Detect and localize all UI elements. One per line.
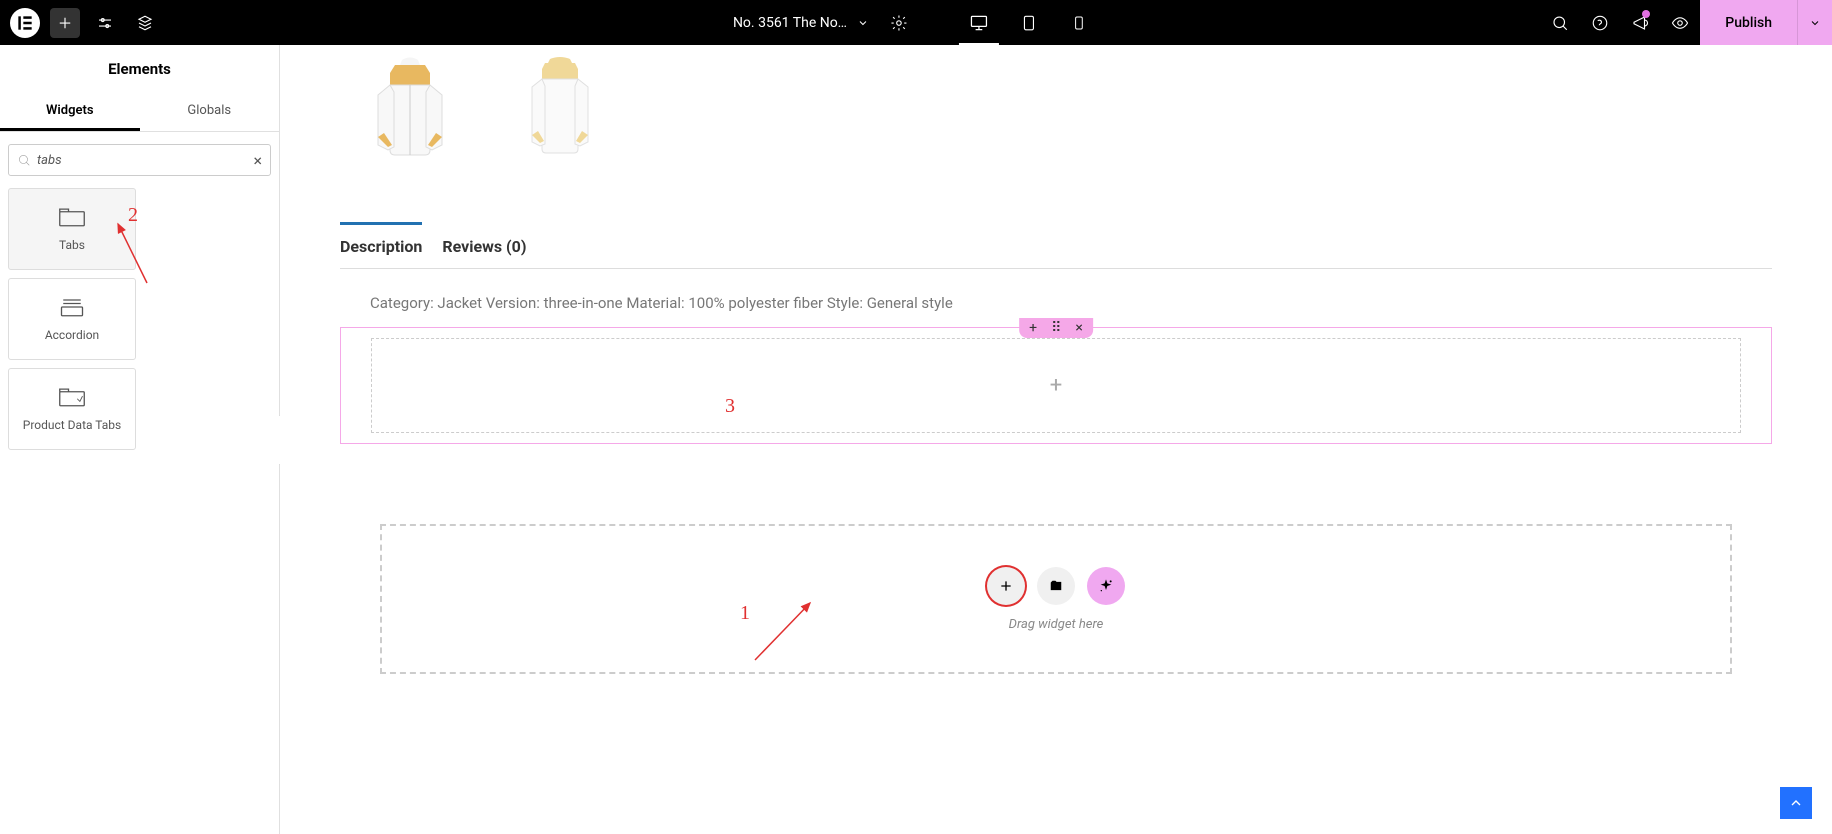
widget-label: Tabs xyxy=(59,238,85,252)
publish-options-button[interactable] xyxy=(1797,0,1832,45)
product-thumbnails xyxy=(340,55,1772,175)
widget-label: Product Data Tabs xyxy=(23,418,121,432)
publish-button[interactable]: Publish xyxy=(1700,0,1797,45)
widget-tabs[interactable]: Tabs xyxy=(8,188,136,270)
add-widget-button[interactable]: + xyxy=(1050,373,1062,398)
editor-canvas: Description Reviews (0) Category: Jacket… xyxy=(280,45,1832,834)
add-template-button[interactable] xyxy=(1037,567,1075,605)
elements-panel: Elements Widgets Globals × Tabs Accordio… xyxy=(0,45,280,834)
structure-icon[interactable] xyxy=(130,8,160,38)
drag-hint-text: Drag widget here xyxy=(1009,617,1104,632)
panel-title: Elements xyxy=(0,45,279,93)
section-action-buttons xyxy=(987,567,1125,605)
widget-label: Accordion xyxy=(45,328,99,342)
new-section-area[interactable]: Drag widget here xyxy=(380,524,1732,674)
top-bar: No. 3561 The No… xyxy=(0,0,1832,45)
section-controls: + ⠿ × xyxy=(1019,318,1093,338)
ai-button[interactable] xyxy=(1087,567,1125,605)
topbar-left xyxy=(0,8,160,38)
responsive-mode-group xyxy=(959,0,1099,45)
widget-product-data-tabs[interactable]: Product Data Tabs xyxy=(8,368,136,450)
empty-column[interactable]: + xyxy=(371,338,1741,433)
search-wrap: × xyxy=(0,132,279,188)
add-element-button[interactable] xyxy=(50,8,80,38)
section-add-button[interactable]: + xyxy=(1029,320,1037,336)
tablet-mode-button[interactable] xyxy=(1009,0,1049,45)
add-section-button[interactable] xyxy=(987,567,1025,605)
chevron-down-icon xyxy=(857,17,869,29)
topbar-right: Publish xyxy=(1540,0,1832,45)
product-thumb[interactable] xyxy=(510,55,610,175)
section-drag-handle[interactable]: ⠿ xyxy=(1051,320,1061,336)
page-title-dropdown[interactable]: No. 3561 The No… xyxy=(733,15,869,31)
finder-search-icon[interactable] xyxy=(1540,0,1580,45)
search-input[interactable] xyxy=(31,153,253,168)
help-icon[interactable] xyxy=(1580,0,1620,45)
widget-accordion[interactable]: Accordion xyxy=(8,278,136,360)
section-close-button[interactable]: × xyxy=(1075,320,1082,336)
clear-search-button[interactable]: × xyxy=(253,151,262,170)
page-settings-icon[interactable] xyxy=(884,8,914,38)
product-thumb[interactable] xyxy=(360,55,460,175)
elementor-logo[interactable] xyxy=(10,8,40,38)
tab-description[interactable]: Description xyxy=(340,222,422,268)
tab-widgets[interactable]: Widgets xyxy=(0,93,140,131)
scroll-to-top-button[interactable] xyxy=(1780,787,1812,819)
search-icon xyxy=(17,153,31,167)
tab-globals[interactable]: Globals xyxy=(140,93,280,131)
active-section[interactable]: + ⠿ × + xyxy=(340,327,1772,444)
page-title: No. 3561 The No… xyxy=(733,15,847,31)
mobile-mode-button[interactable] xyxy=(1059,0,1099,45)
preview-icon[interactable] xyxy=(1660,0,1700,45)
topbar-center: No. 3561 The No… xyxy=(733,0,1099,45)
settings-icon[interactable] xyxy=(90,8,120,38)
product-tabs: Description Reviews (0) xyxy=(340,225,1772,269)
desktop-mode-button[interactable] xyxy=(959,0,999,45)
whats-new-icon[interactable] xyxy=(1620,0,1660,45)
widget-list: Tabs Accordion Product Data Tabs xyxy=(0,188,279,450)
panel-tabs: Widgets Globals xyxy=(0,93,279,132)
search-box: × xyxy=(8,144,271,176)
tab-reviews[interactable]: Reviews (0) xyxy=(442,225,526,268)
